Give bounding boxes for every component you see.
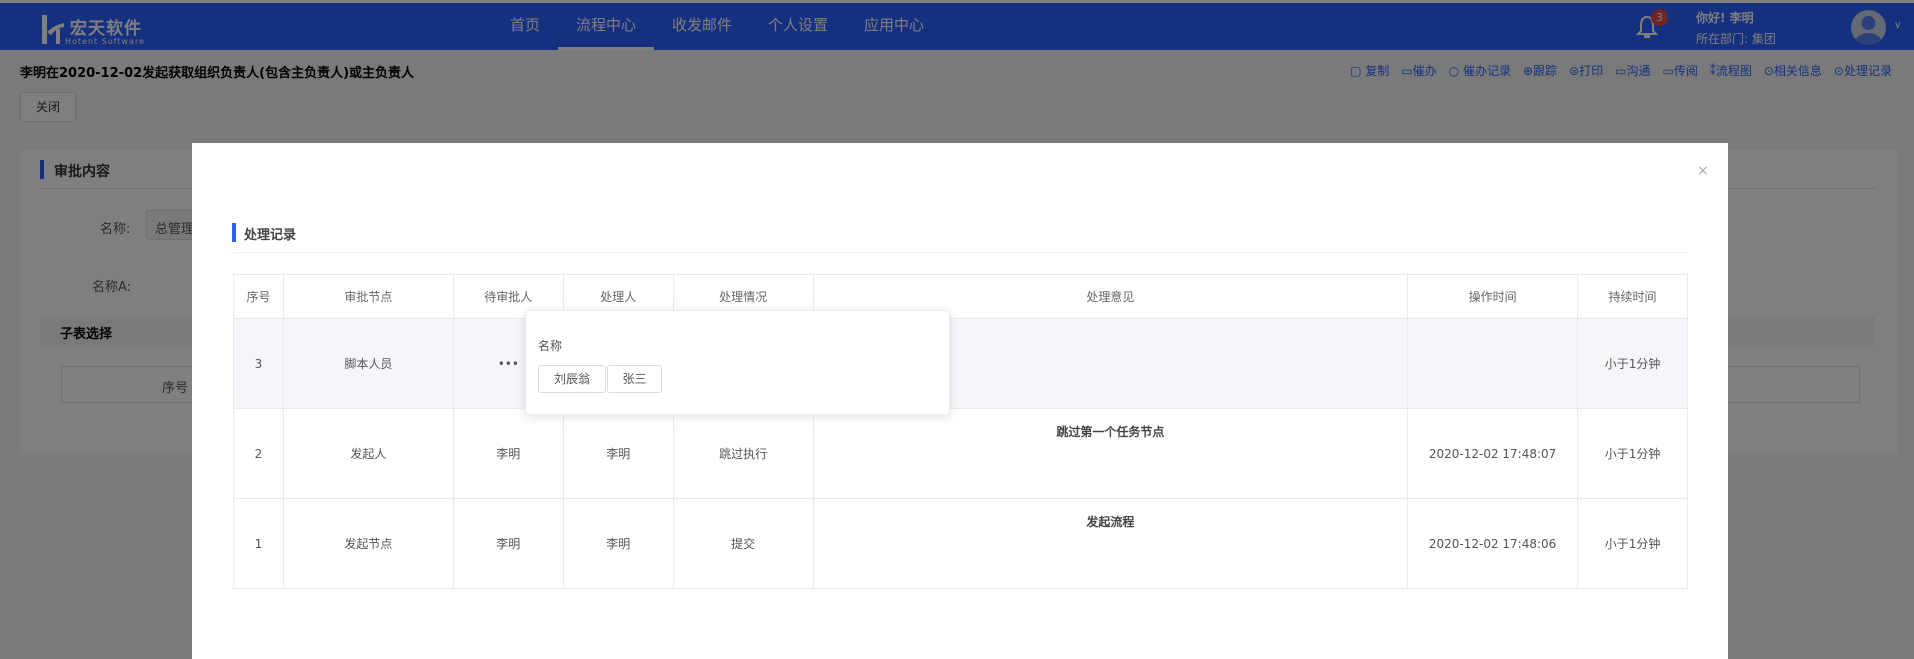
cell: 发起流程 bbox=[812, 498, 1409, 589]
approver-tag[interactable]: 张三 bbox=[607, 365, 662, 393]
process-record-table: 序号 审批节点 待审批人 处理人 处理情况 处理意见 操作时间 持续时间 3 脚… bbox=[233, 274, 1688, 589]
cell: 1 bbox=[233, 498, 284, 589]
cell: 2 bbox=[233, 408, 284, 499]
process-record-modal: × 处理记录 序号 审批节点 待审批人 处理人 处理情况 处理意见 操作时间 持… bbox=[192, 143, 1728, 659]
cell: 脚本人员 bbox=[282, 318, 454, 409]
cell: 小于1分钟 bbox=[1577, 408, 1688, 499]
cell: 提交 bbox=[672, 498, 814, 589]
cell: 发起节点 bbox=[282, 498, 454, 589]
cell: 2020-12-02 17:48:07 bbox=[1407, 408, 1579, 499]
cell: 2020-12-02 17:48:06 bbox=[1407, 498, 1579, 589]
cell: 跳过执行 bbox=[672, 408, 814, 499]
cell: 跳过第一个任务节点 bbox=[812, 408, 1409, 499]
close-icon[interactable]: × bbox=[1697, 163, 1709, 179]
cell: 发起人 bbox=[282, 408, 454, 499]
approver-tag[interactable]: 刘辰翁 bbox=[538, 365, 606, 393]
popover-title: 名称 bbox=[538, 339, 563, 353]
table-row: 1 发起节点 李明 李明 提交 发起流程 2020-12-02 17:48:06… bbox=[233, 498, 1688, 589]
col-header: 审批节点 bbox=[282, 274, 454, 319]
cell: 李明 bbox=[452, 408, 564, 499]
cell: 小于1分钟 bbox=[1577, 318, 1688, 409]
table-header: 序号 审批节点 待审批人 处理人 处理情况 处理意见 操作时间 持续时间 bbox=[233, 274, 1688, 319]
section-marker bbox=[232, 223, 236, 242]
col-header: 持续时间 bbox=[1577, 274, 1688, 319]
modal-title: 处理记录 bbox=[244, 228, 297, 243]
table-row: 3 脚本人员 ••• 小于1分钟 bbox=[233, 318, 1688, 409]
cell: 李明 bbox=[562, 408, 674, 499]
col-header: 操作时间 bbox=[1407, 274, 1579, 319]
cell: 小于1分钟 bbox=[1577, 498, 1688, 589]
cell: 李明 bbox=[562, 498, 674, 589]
cell: 3 bbox=[233, 318, 284, 409]
table-row: 2 发起人 李明 李明 跳过执行 跳过第一个任务节点 2020-12-02 17… bbox=[233, 408, 1688, 499]
approver-popover: 名称 刘辰翁 张三 bbox=[525, 310, 950, 415]
cell: 李明 bbox=[452, 498, 564, 589]
col-header: 序号 bbox=[233, 274, 284, 319]
cell bbox=[1407, 318, 1579, 409]
divider bbox=[232, 252, 1688, 253]
